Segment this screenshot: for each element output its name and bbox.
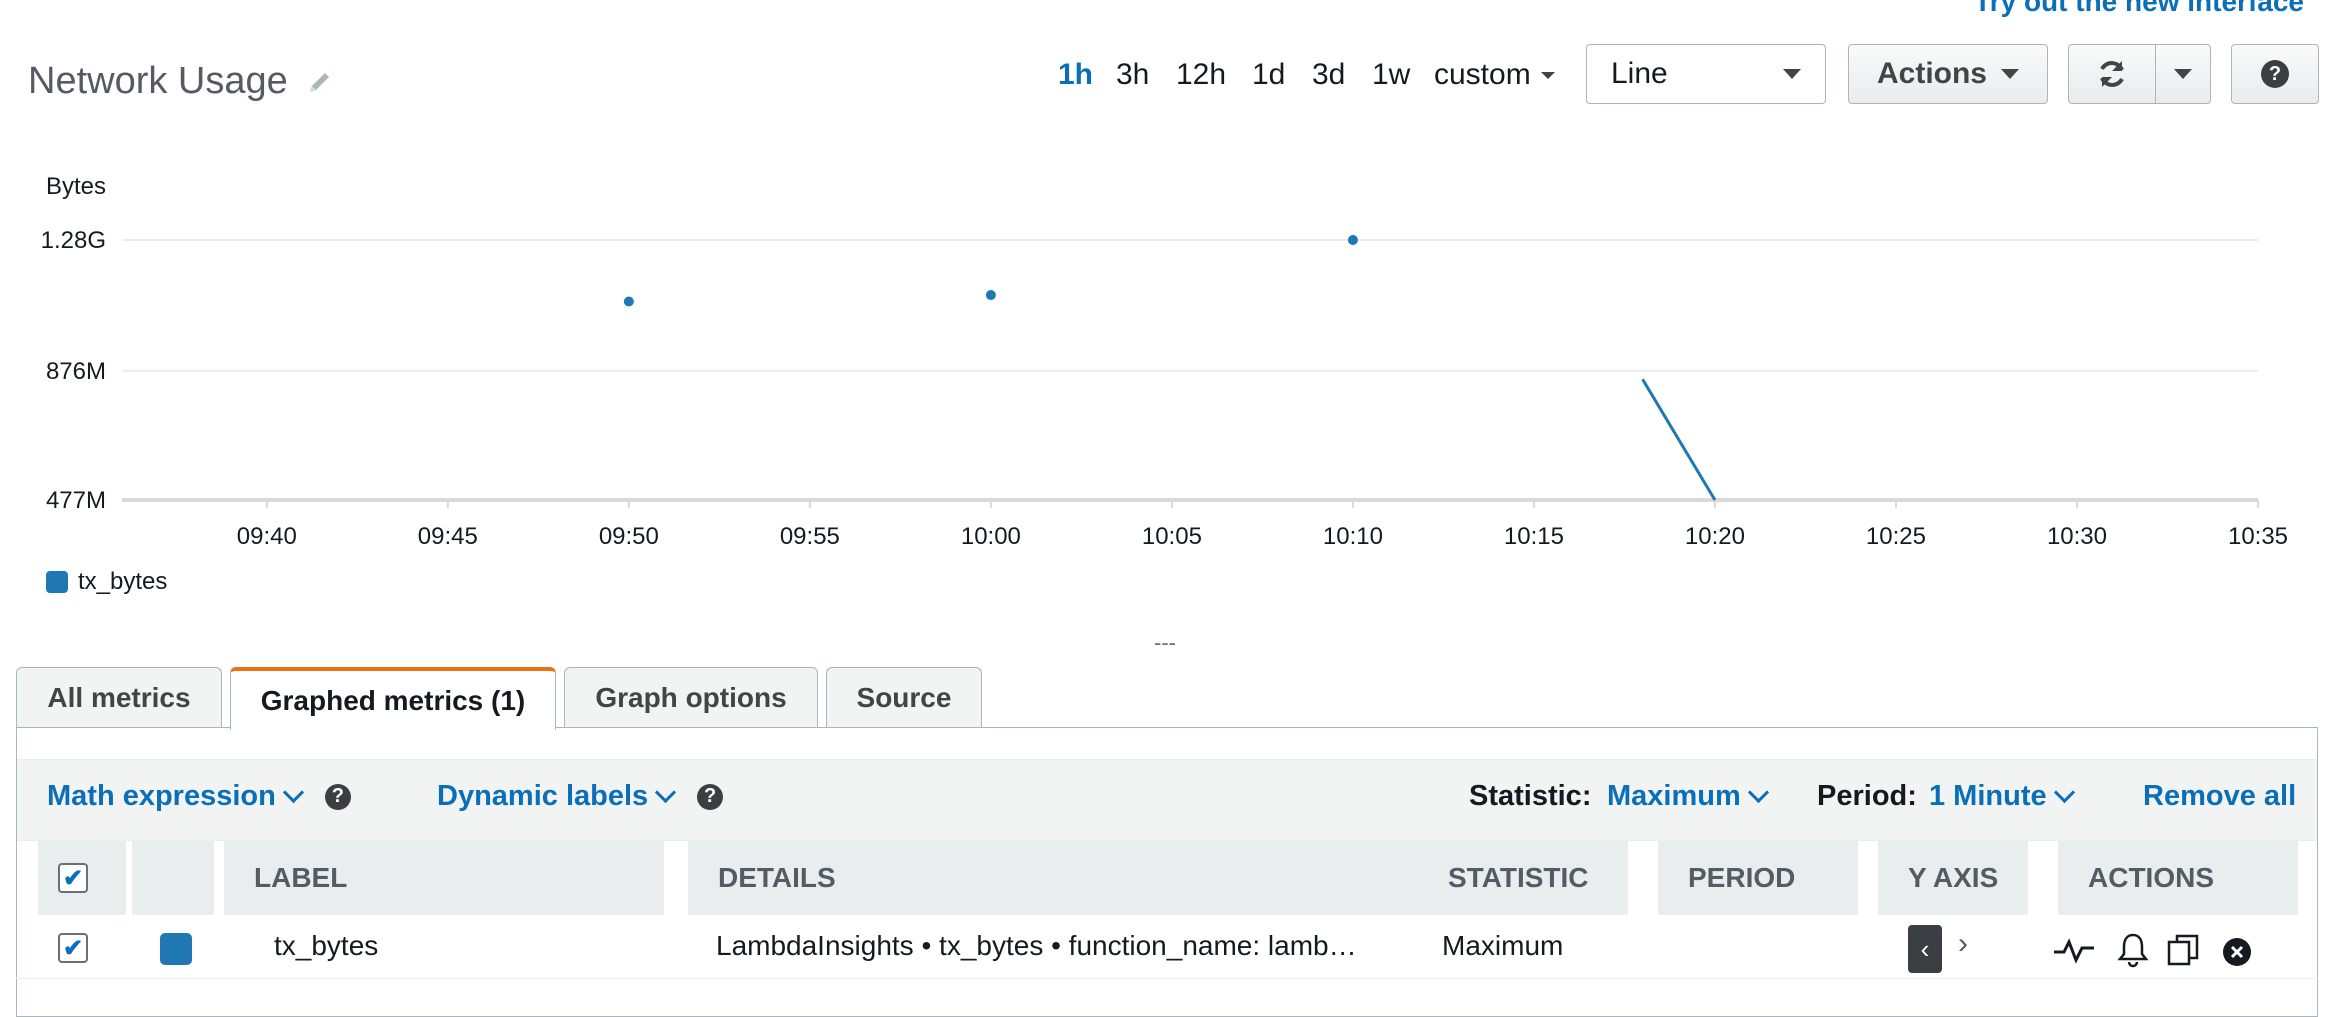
row-label[interactable]: tx_bytes: [274, 930, 378, 962]
x-tick-label: 09:50: [599, 523, 659, 550]
refresh-icon: [2100, 61, 2124, 87]
dynamic-labels-dropdown[interactable]: Dynamic labels ?: [437, 780, 724, 813]
x-tick-label: 10:35: [2228, 523, 2288, 550]
series-line-segment: [1641, 378, 1717, 501]
select-all-cell: ✔: [38, 841, 126, 915]
column-period[interactable]: PERIOD: [1658, 841, 1858, 915]
caret-down-icon: [1540, 71, 1555, 79]
range-3h[interactable]: 3h: [1116, 58, 1149, 92]
tab-graphed-metrics[interactable]: Graphed metrics (1): [230, 667, 556, 730]
view-type-select[interactable]: Line: [1586, 44, 1826, 104]
row-details: LambdaInsights • tx_bytes • function_nam…: [716, 930, 1357, 961]
bell-icon[interactable]: [2116, 930, 2150, 968]
row-color-swatch[interactable]: [160, 933, 192, 965]
y-axis-title: Bytes: [46, 173, 106, 200]
caret-down-icon: [1783, 69, 1801, 79]
x-tick-label: 10:00: [961, 523, 1021, 550]
column-details[interactable]: DETAILS: [688, 841, 1418, 915]
tab-graph-options[interactable]: Graph options: [564, 667, 818, 727]
color-column-header: [132, 841, 214, 915]
refresh-options-button[interactable]: [2155, 44, 2211, 104]
actions-label: Actions: [1876, 57, 1987, 90]
try-new-interface-link[interactable]: Try out the new interface: [1974, 0, 2304, 18]
statistic-dropdown[interactable]: Maximum: [1607, 780, 1769, 813]
duplicate-icon[interactable]: [2166, 932, 2202, 968]
x-tick-label: 09:40: [237, 523, 297, 550]
data-point: [985, 290, 996, 301]
help-button[interactable]: ?: [2231, 44, 2319, 104]
network-usage-chart: Bytes 477M 876M 1.28G 09:40 09:45 09:50 09:55 10…: [41, 173, 2288, 550]
caret-down-icon: [2174, 69, 2192, 79]
column-label[interactable]: LABEL: [224, 841, 664, 915]
period-value: 1 Minute: [1929, 780, 2047, 812]
x-tick-label: 10:25: [1866, 523, 1926, 550]
data-point: [1347, 235, 1358, 245]
column-actions: ACTIONS: [2058, 841, 2298, 915]
pencil-icon[interactable]: [306, 68, 334, 96]
x-tick-label: 10:30: [2047, 523, 2107, 550]
help-icon[interactable]: ?: [697, 783, 724, 810]
graph-metric-icon[interactable]: [2052, 932, 2096, 968]
range-1w[interactable]: 1w: [1372, 58, 1410, 92]
refresh-button[interactable]: [2068, 44, 2156, 104]
x-tick-label: 10:15: [1504, 523, 1564, 550]
view-type-value: Line: [1611, 57, 1668, 90]
range-custom[interactable]: custom: [1434, 58, 1555, 92]
remove-icon[interactable]: [2222, 937, 2252, 967]
chart-legend[interactable]: tx_bytes: [46, 568, 167, 596]
metrics-toolbar: Math expression ? Dynamic labels ? Stati…: [17, 759, 2317, 841]
math-expression-label: Math expression: [47, 780, 276, 812]
y-axis-right-button[interactable]: ›: [1958, 927, 1968, 961]
column-statistic[interactable]: STATISTIC: [1418, 841, 1628, 915]
metrics-table-header: ✔ LABEL DETAILS STATISTIC PERIOD Y AXIS …: [38, 841, 2298, 915]
x-tick-label: 10:20: [1685, 523, 1745, 550]
caret-down-icon: [2001, 69, 2019, 79]
help-icon[interactable]: ?: [324, 783, 351, 810]
dynamic-labels-label: Dynamic labels: [437, 780, 649, 812]
chevron-down-icon: [655, 781, 677, 804]
period-label: Period:: [1817, 780, 1917, 812]
x-tick-label: 09:55: [780, 523, 840, 550]
row-checkbox-cell: ✔: [58, 933, 88, 963]
page-title: Network Usage: [28, 60, 288, 102]
help-icon: ?: [2261, 60, 2289, 88]
x-tick-label: 10:05: [1142, 523, 1202, 550]
legend-label: tx_bytes: [78, 568, 168, 595]
period-dropdown[interactable]: 1 Minute: [1929, 780, 2075, 813]
resize-handle[interactable]: ---: [1154, 630, 1176, 656]
y-axis-left-button[interactable]: ‹: [1908, 925, 1942, 973]
legend-swatch: [46, 571, 68, 593]
tab-source[interactable]: Source: [826, 667, 982, 727]
range-1d[interactable]: 1d: [1252, 58, 1285, 92]
range-3d[interactable]: 3d: [1312, 58, 1345, 92]
y-tick-label: 477M: [46, 487, 106, 514]
range-1h[interactable]: 1h: [1058, 58, 1093, 92]
x-tick-label: 10:10: [1323, 523, 1383, 550]
column-y-axis[interactable]: Y AXIS: [1878, 841, 2028, 915]
row-checkbox[interactable]: ✔: [58, 933, 88, 963]
data-point: [623, 296, 634, 307]
chevron-down-icon: [1747, 781, 1769, 804]
actions-button[interactable]: Actions: [1848, 44, 2048, 104]
remove-all-link[interactable]: Remove all: [2143, 780, 2296, 813]
y-tick-label: 876M: [46, 358, 106, 385]
math-expression-dropdown[interactable]: Math expression ?: [47, 780, 351, 813]
x-tick-label: 09:45: [418, 523, 478, 550]
chevron-down-icon: [2053, 781, 2075, 804]
row-divider: [16, 978, 2318, 979]
tab-all-metrics[interactable]: All metrics: [16, 667, 222, 727]
chevron-down-icon: [282, 781, 304, 804]
statistic-value: Maximum: [1607, 780, 1741, 812]
range-12h[interactable]: 12h: [1176, 58, 1226, 92]
row-statistic[interactable]: Maximum: [1442, 930, 1563, 962]
y-tick-label: 1.28G: [41, 227, 106, 254]
select-all-checkbox[interactable]: ✔: [58, 863, 88, 893]
range-custom-label: custom: [1434, 58, 1531, 91]
statistic-label: Statistic:: [1469, 780, 1592, 812]
